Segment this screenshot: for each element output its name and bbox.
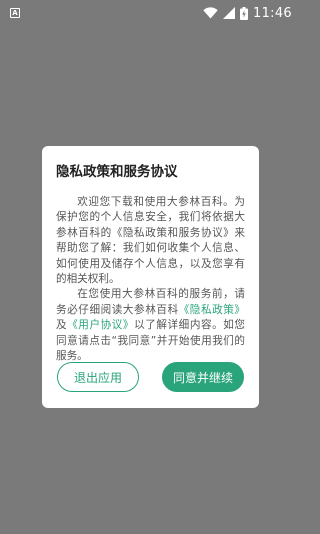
privacy-dialog: 隐私政策和服务协议 欢迎您下载和使用大参林百科。为保护您的个人信息安全，我们将依…: [42, 146, 259, 408]
status-right: 11:46: [203, 6, 292, 21]
agree-continue-button[interactable]: 同意并继续: [162, 362, 244, 392]
signal-icon: [223, 7, 236, 19]
consent-text-and: 及: [56, 319, 68, 332]
status-left: A: [8, 8, 20, 18]
privacy-policy-link[interactable]: 《隐私政策》: [179, 304, 245, 316]
battery-charging-icon: [240, 6, 249, 20]
intro-paragraph: 欢迎您下载和使用大参林百科。为保护您的个人信息安全，我们将依据大参林百科的《隐私…: [56, 196, 245, 286]
dialog-title: 隐私政策和服务协议: [56, 164, 178, 180]
a-notification-icon: A: [10, 8, 20, 18]
dialog-body: 欢迎您下载和使用大参林百科。为保护您的个人信息安全，我们将依据大参林百科的《隐私…: [56, 195, 245, 364]
wifi-icon: [203, 7, 218, 19]
exit-app-button[interactable]: 退出应用: [57, 362, 139, 392]
consent-paragraph: 在您使用大参林百科的服务前，请务必仔细阅读大参林百科《隐私政策》及《用户协议》以…: [56, 287, 245, 364]
status-bar: A 11:46: [0, 0, 300, 26]
clock: 11:46: [253, 5, 292, 21]
user-agreement-link[interactable]: 《用户协议》: [67, 319, 134, 331]
button-row: 退出应用 同意并继续: [42, 362, 259, 392]
